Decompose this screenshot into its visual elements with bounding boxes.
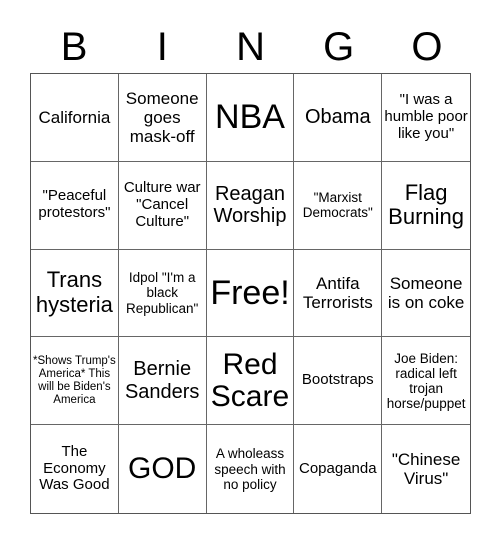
header-letter-i: I <box>156 25 168 69</box>
bingo-cell[interactable]: Bootstraps <box>294 337 383 426</box>
bingo-cell[interactable]: Bernie Sanders <box>118 337 207 426</box>
bingo-cell[interactable]: "Peaceful protestors" <box>31 161 119 250</box>
bingo-cell[interactable]: Copaganda <box>294 425 383 513</box>
bingo-cell[interactable]: Obama <box>294 74 383 162</box>
bingo-cell[interactable]: The Economy Was Good <box>31 425 119 513</box>
bingo-card: California Someone goes mask-off NBA Oba… <box>30 73 471 514</box>
bingo-cell[interactable]: Reagan Worship <box>206 161 295 250</box>
bingo-cell[interactable]: Antifa Terrorists <box>294 249 383 338</box>
bingo-cell[interactable]: Joe Biden: radical left trojan horse/pup… <box>382 337 470 426</box>
bingo-cell[interactable]: Someone is on coke <box>382 250 470 338</box>
bingo-cell[interactable]: Idpol "I'm a black Republican" <box>118 249 207 338</box>
bingo-cell[interactable]: NBA <box>206 74 295 162</box>
bingo-cell[interactable]: Someone goes mask-off <box>118 74 207 162</box>
bingo-cell[interactable]: Flag Burning <box>382 162 470 250</box>
bingo-cell[interactable]: "Marxist Democrats" <box>294 161 383 250</box>
bingo-cell[interactable]: Red Scare <box>206 337 295 426</box>
bingo-header: B I N G O <box>30 22 471 72</box>
bingo-cell[interactable]: A wholeass speech with no policy <box>207 425 295 513</box>
header-letter-n: N <box>236 25 265 69</box>
bingo-cell[interactable]: Culture war "Cancel Culture" <box>118 161 207 250</box>
bingo-cell[interactable]: GOD <box>119 425 207 513</box>
bingo-cell[interactable]: "Chinese Virus" <box>382 425 470 513</box>
header-letter-o: O <box>411 25 443 69</box>
bingo-cell[interactable]: "I was a humble poor like you" <box>382 74 470 162</box>
header-letter-b: B <box>60 25 88 69</box>
bingo-cell[interactable]: California <box>31 74 119 162</box>
free-space[interactable]: Free! <box>206 249 295 338</box>
bingo-cell[interactable]: *Shows Trump's America* This will be Bid… <box>31 337 119 426</box>
header-letter-g: G <box>323 25 355 69</box>
bingo-cell[interactable]: Trans hysteria <box>31 249 119 338</box>
